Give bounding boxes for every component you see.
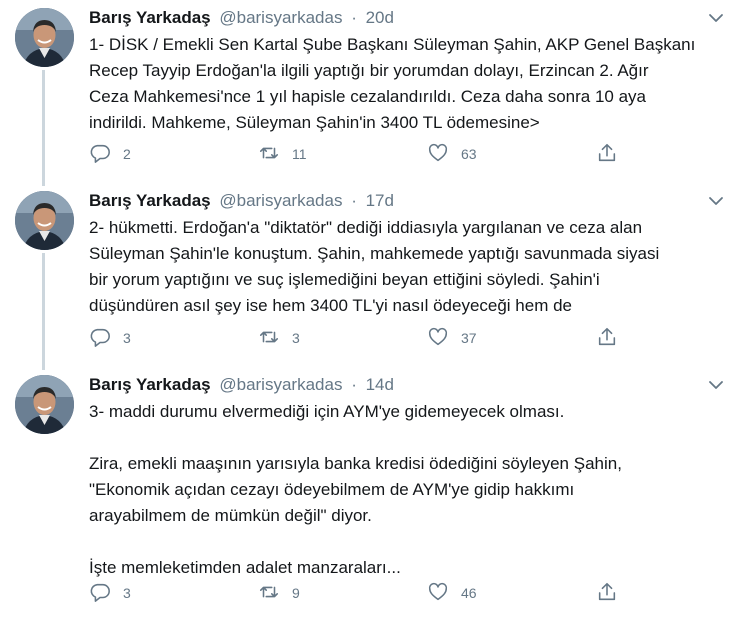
heart-icon [427,326,449,351]
author-handle[interactable]: @barisyarkadas [219,375,342,394]
heart-icon [427,142,449,167]
tweet[interactable]: Barış Yarkadaş @barisyarkadas · 17d 2- h… [0,183,742,365]
reply-button[interactable]: 2 [89,142,131,166]
share-icon [596,326,618,351]
heart-icon [427,581,449,606]
reply-count: 2 [123,146,131,162]
author-name[interactable]: Barış Yarkadaş [89,375,211,394]
tweet-actions: 3 3 37 [89,326,629,350]
reply-button[interactable]: 3 [89,326,131,350]
retweet-icon [258,326,280,351]
like-button[interactable]: 46 [427,581,477,605]
tweet-header: Barış Yarkadaş @barisyarkadas · 17d [89,190,394,212]
retweet-button[interactable]: 11 [258,142,307,166]
share-icon [596,142,618,167]
share-button[interactable] [596,581,618,605]
separator: · [351,375,357,394]
tweet[interactable]: Barış Yarkadaş @barisyarkadas · 14d 3- m… [0,367,742,617]
separator: · [351,191,357,210]
avatar[interactable] [15,191,74,250]
avatar[interactable] [15,8,74,67]
retweet-count: 3 [292,330,300,346]
separator: · [351,8,357,27]
tweet-header: Barış Yarkadaş @barisyarkadas · 20d [89,7,394,29]
author-handle[interactable]: @barisyarkadas [219,191,342,210]
author-name[interactable]: Barış Yarkadaş [89,8,211,27]
timestamp[interactable]: 17d [366,191,394,210]
author-handle[interactable]: @barisyarkadas [219,8,342,27]
avatar[interactable] [15,375,74,434]
retweet-count: 9 [292,585,300,601]
tweet-actions: 3 9 46 [89,581,629,605]
retweet-button[interactable]: 9 [258,581,300,605]
tweet-header: Barış Yarkadaş @barisyarkadas · 14d [89,374,394,396]
retweet-icon [258,581,280,606]
like-button[interactable]: 63 [427,142,477,166]
like-count: 37 [461,330,477,346]
share-button[interactable] [596,142,618,166]
timestamp[interactable]: 20d [366,8,394,27]
retweet-icon [258,142,280,167]
chevron-down-icon[interactable] [707,192,725,210]
retweet-count: 11 [292,146,307,162]
tweet-text: 3- maddi durumu elvermediği için AYM'ye … [89,402,622,577]
chevron-down-icon[interactable] [707,9,725,27]
reply-button[interactable]: 3 [89,581,131,605]
tweet-text: 2- hükmetti. Erdoğan'a "diktatör" dediği… [89,218,660,315]
like-count: 46 [461,585,477,601]
timestamp[interactable]: 14d [366,375,394,394]
reply-icon [89,581,111,606]
retweet-button[interactable]: 3 [258,326,300,350]
tweet-actions: 2 11 63 [89,142,629,166]
chevron-down-icon[interactable] [707,376,725,394]
reply-count: 3 [123,585,131,601]
tweet[interactable]: Barış Yarkadaş @barisyarkadas · 20d 1- D… [0,0,742,180]
reply-count: 3 [123,330,131,346]
like-count: 63 [461,146,477,162]
share-icon [596,581,618,606]
reply-icon [89,326,111,351]
like-button[interactable]: 37 [427,326,477,350]
reply-icon [89,142,111,167]
tweet-text: 1- DİSK / Emekli Sen Kartal Şube Başkanı… [89,35,696,132]
share-button[interactable] [596,326,618,350]
author-name[interactable]: Barış Yarkadaş [89,191,211,210]
